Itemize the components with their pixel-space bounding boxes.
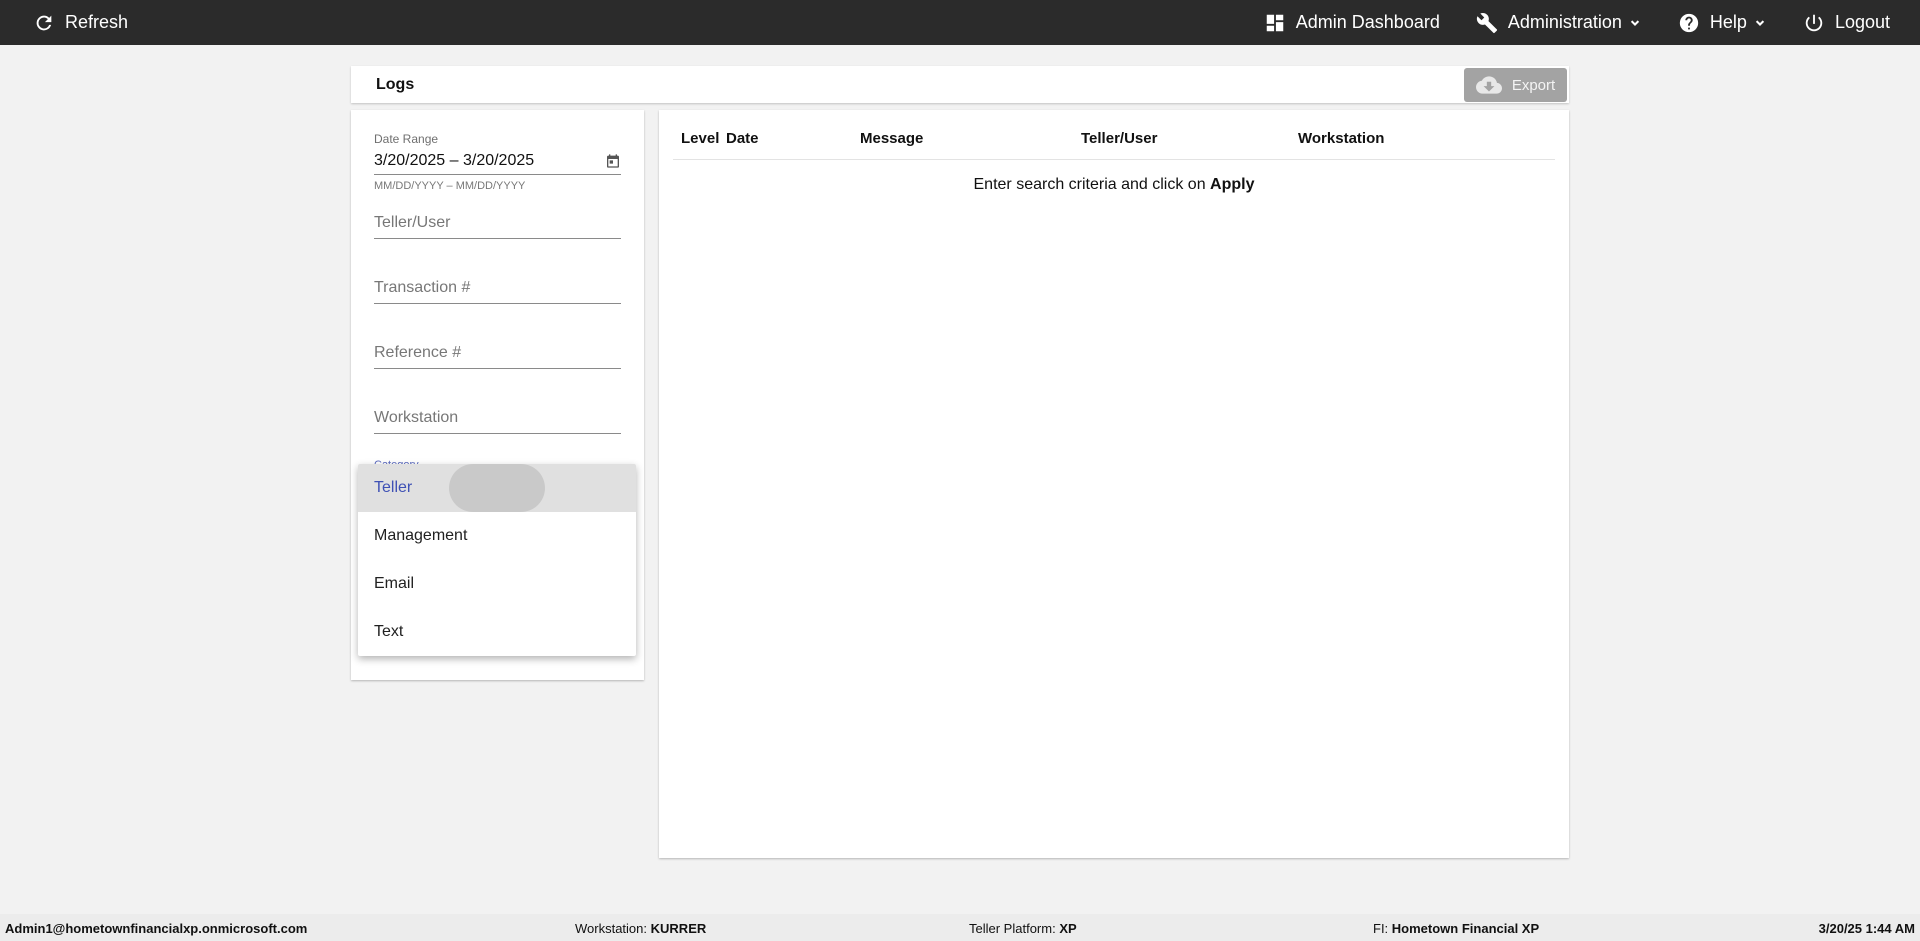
workstation-input[interactable]: Workstation [374,403,621,434]
date-range-field[interactable]: Date Range 3/20/2025 – 3/20/2025 MM/DD/Y… [374,132,621,192]
status-fi-label: FI: [1373,921,1389,936]
administration-menu-button[interactable]: Administration [1476,0,1642,45]
transaction-number-input[interactable]: Transaction # [374,273,621,304]
chevron-down-icon [1630,19,1640,26]
column-header-teller-user[interactable]: Teller/User [1081,130,1157,147]
results-table-header: Level Date Message Teller/User Workstati… [673,110,1555,160]
top-navigation-bar: Refresh Admin Dashboard Administration H… [0,0,1920,45]
teller-user-input[interactable]: Teller/User [374,208,621,239]
admin-dashboard-label: Admin Dashboard [1295,12,1440,32]
status-bar: Admin1@hometownfinancialxp.onmicrosoft.c… [0,914,1920,941]
help-menu-button[interactable]: Help [1678,0,1767,45]
category-dropdown-menu: Teller Management Email Text [358,464,636,656]
date-range-hint: MM/DD/YYYY – MM/DD/YYYY [374,180,526,192]
export-button[interactable]: Export [1464,68,1567,102]
status-workstation: Workstation: KURRER [575,921,706,936]
page-title: Logs [376,75,415,93]
status-platform-value: XP [1059,921,1077,936]
category-option-teller[interactable]: Teller [358,464,636,512]
date-range-value: 3/20/2025 – 3/20/2025 [374,152,535,169]
wrench-icon [1476,12,1497,33]
reference-placeholder: Reference # [374,344,462,361]
date-range-label: Date Range [374,132,439,146]
help-label: Help [1709,12,1747,32]
category-option-management[interactable]: Management [358,512,636,560]
empty-message-text: Enter search criteria and click on [973,176,1211,193]
administration-label: Administration [1507,12,1622,32]
column-header-workstation[interactable]: Workstation [1298,130,1384,147]
status-workstation-label: Workstation: [575,921,648,936]
category-option-label: Management [374,527,468,544]
status-platform: Teller Platform: XP [969,921,1077,936]
status-workstation-value: KURRER [650,921,707,936]
refresh-label: Refresh [65,12,129,32]
reference-number-input[interactable]: Reference # [374,338,621,369]
category-option-email[interactable]: Email [358,560,636,608]
help-icon [1679,13,1699,32]
category-option-text[interactable]: Text [358,608,636,656]
admin-dashboard-button[interactable]: Admin Dashboard [1264,0,1440,45]
category-option-label: Text [374,623,404,640]
ripple-effect [449,464,545,512]
status-fi: FI: Hometown Financial XP [1373,921,1539,936]
export-label: Export [1511,76,1556,94]
category-option-label: Email [374,575,415,592]
power-icon [1805,14,1823,31]
status-datetime: 3/20/25 1:44 AM [1818,921,1915,936]
column-header-level[interactable]: Level [681,130,719,147]
chevron-down-icon [1755,19,1765,26]
empty-results-message: Enter search criteria and click on Apply [659,176,1569,194]
status-fi-value: Hometown Financial XP [1391,921,1540,936]
results-panel: Level Date Message Teller/User Workstati… [659,110,1569,858]
column-header-date[interactable]: Date [726,130,759,147]
transaction-placeholder: Transaction # [374,279,471,296]
logs-header-card: Logs Export [351,66,1569,103]
workstation-placeholder: Workstation [374,409,459,426]
logout-label: Logout [1834,12,1890,32]
status-platform-label: Teller Platform: [969,921,1056,936]
category-option-label: Teller [374,479,413,496]
logout-button[interactable]: Logout [1803,0,1890,45]
refresh-icon [36,15,52,30]
teller-user-placeholder: Teller/User [374,214,451,231]
refresh-button[interactable]: Refresh [33,0,128,45]
empty-message-action: Apply [1210,176,1255,193]
column-header-message[interactable]: Message [860,130,923,147]
calendar-icon[interactable] [605,153,621,169]
cloud-download-icon [1475,76,1502,94]
dashboard-icon [1266,14,1284,31]
status-user: Admin1@hometownfinancialxp.onmicrosoft.c… [5,921,308,936]
